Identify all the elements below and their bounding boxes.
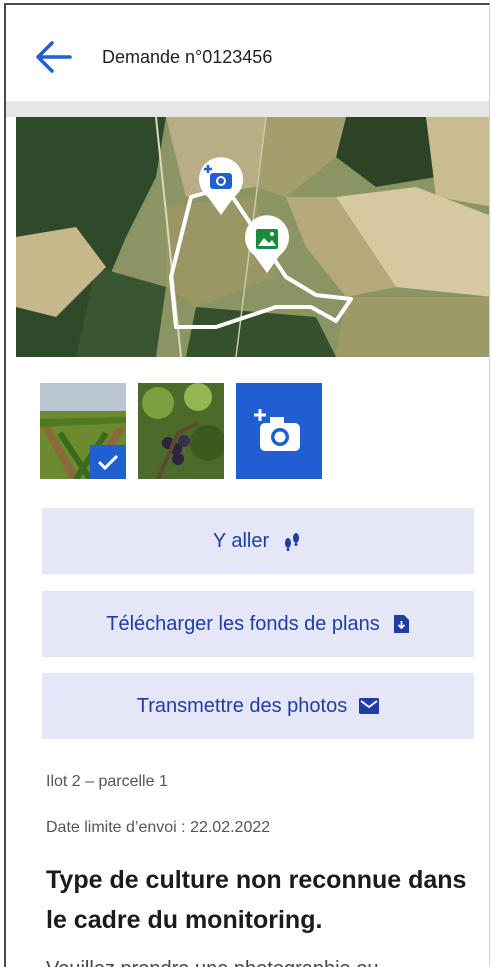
download-maps-button[interactable]: Télécharger les fonds de plans — [42, 591, 474, 657]
satellite-map[interactable] — [16, 117, 489, 357]
arrow-left-icon — [36, 41, 72, 73]
selected-check — [90, 445, 126, 479]
send-photos-button[interactable]: Transmettre des photos — [42, 673, 474, 739]
camera-plus-icon — [199, 157, 243, 215]
header: Demande n°0123456 — [6, 5, 489, 101]
map-marker-image[interactable] — [242, 213, 292, 275]
photo-thumbnail-vineyard[interactable] — [40, 383, 126, 479]
check-icon — [97, 454, 119, 471]
camera-plus-icon — [254, 409, 300, 451]
download-maps-label: Télécharger les fonds de plans — [106, 612, 380, 635]
mail-icon — [359, 698, 380, 714]
back-button[interactable] — [34, 39, 74, 75]
image-icon — [245, 215, 289, 273]
go-there-label: Y aller — [212, 529, 270, 552]
divider — [6, 101, 489, 117]
deadline-info: Date limite d’envoi : 22.02.2022 — [46, 819, 271, 836]
add-photo-button[interactable] — [236, 383, 322, 479]
send-photos-label: Transmettre des photos — [136, 694, 348, 717]
instruction-text: Veuillez prendre une photographie ou — [46, 958, 378, 967]
go-there-button[interactable]: Y aller — [42, 508, 474, 574]
footsteps-icon — [285, 533, 300, 551]
photo-thumbnail-grapes[interactable] — [138, 383, 224, 479]
grapes-photo — [138, 383, 224, 479]
download-file-icon — [393, 615, 409, 633]
status-headline: Type de culture non reconnue dans le cad… — [46, 866, 467, 934]
map-marker-camera[interactable] — [196, 155, 246, 217]
page-title: Demande n°0123456 — [102, 47, 273, 67]
plot-info: Ilot 2 – parcelle 1 — [46, 773, 168, 790]
app-screen: Demande n°0123456 Y aller Télécharger le… — [4, 3, 490, 967]
